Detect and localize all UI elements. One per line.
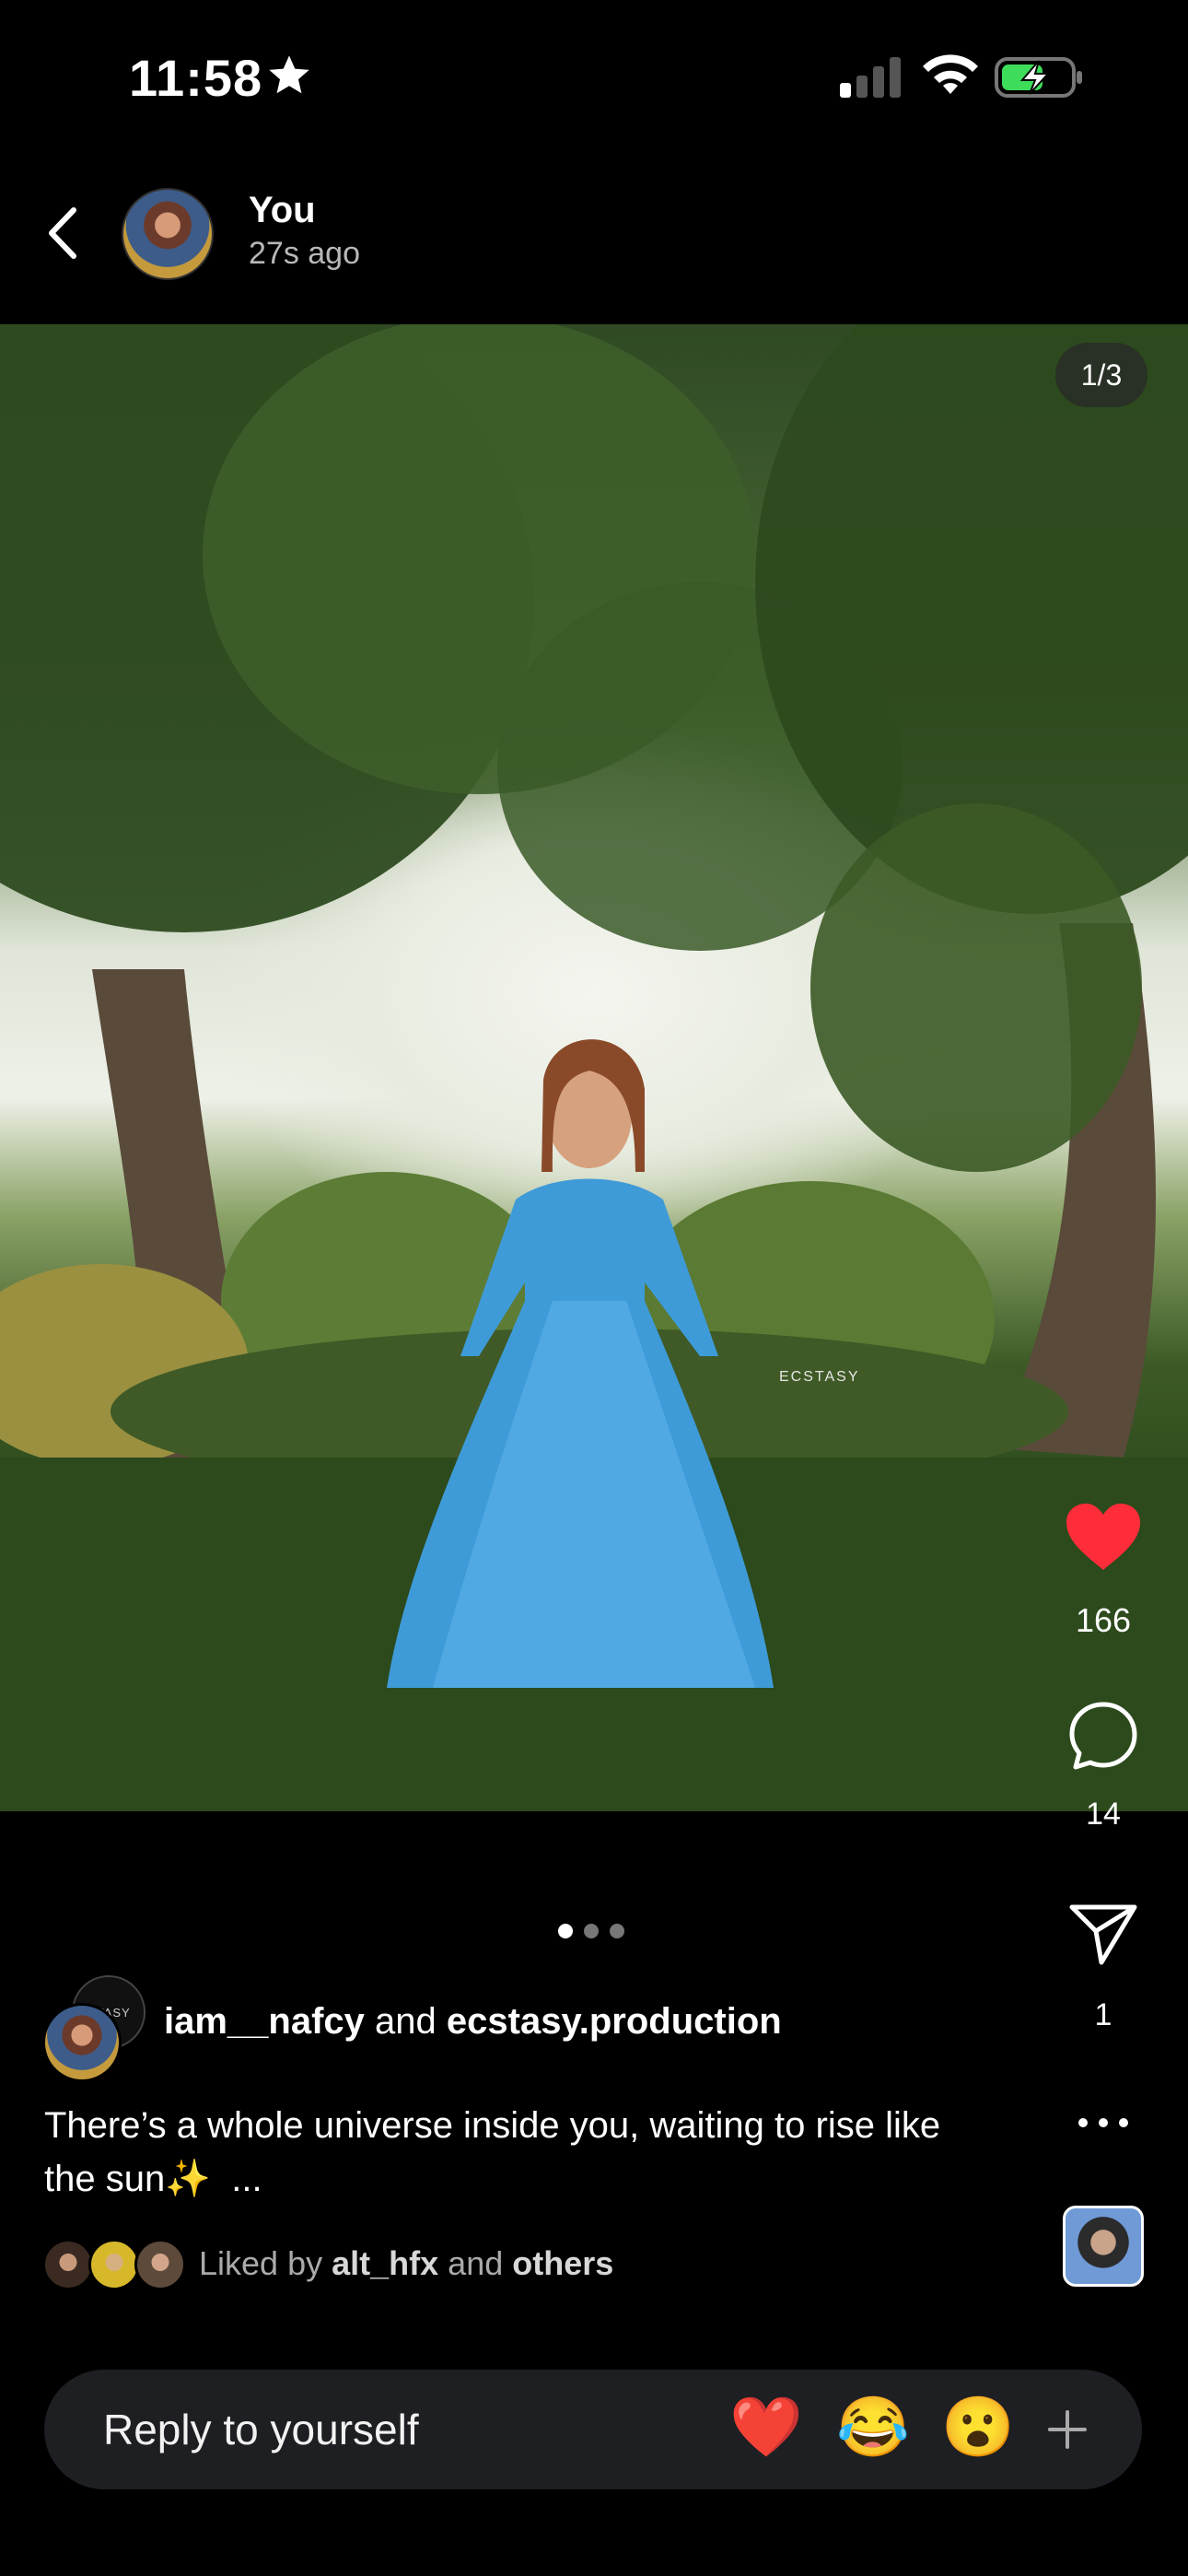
- authors-connector: and: [375, 2001, 437, 2042]
- likes-count[interactable]: 166: [1041, 1601, 1166, 1640]
- reaction-heart-emoji[interactable]: ❤️: [729, 2390, 803, 2464]
- liked-by-others[interactable]: others: [512, 2244, 613, 2282]
- cellular-signal-icon: [840, 57, 901, 98]
- reaction-wow-emoji[interactable]: 😮: [941, 2390, 1015, 2464]
- carousel-indicator: [558, 1924, 624, 1938]
- back-chevron-icon[interactable]: [42, 203, 83, 263]
- share-paper-plane-icon[interactable]: [1068, 1902, 1138, 1966]
- caption-text: There’s a whole universe inside you, wai…: [44, 2105, 941, 2199]
- author-avatar[interactable]: [42, 2003, 122, 2082]
- carousel-dot-1: [558, 1924, 573, 1938]
- liked-by-prefix: Liked by: [199, 2244, 323, 2282]
- story-owner-name[interactable]: You: [249, 190, 316, 231]
- profile-avatar[interactable]: [122, 188, 214, 280]
- audio-thumbnail[interactable]: [1063, 2206, 1144, 2287]
- status-time: 11:58: [129, 49, 263, 107]
- image-counter-badge: 1/3: [1055, 343, 1147, 407]
- liker-avatar-3: [134, 2239, 186, 2290]
- location-star-icon: [269, 55, 309, 94]
- liker-avatar-1: [42, 2239, 94, 2290]
- post-caption[interactable]: There’s a whole universe inside you, wai…: [44, 2099, 965, 2206]
- comments-count[interactable]: 14: [1041, 1797, 1166, 1832]
- carousel-dot-2: [584, 1924, 599, 1938]
- add-reaction-plus-icon[interactable]: [1046, 2408, 1089, 2451]
- photo-scene: [0, 324, 1188, 1811]
- photo-watermark: ECSTASY: [779, 1369, 860, 1385]
- post-photo[interactable]: ECSTASY: [0, 324, 1188, 1811]
- author-username[interactable]: iam__nafcy: [164, 2001, 365, 2042]
- like-heart-icon[interactable]: [1065, 1502, 1142, 1572]
- post-authors: iam__nafcy and ecstasy.production: [164, 2001, 782, 2043]
- story-timestamp: 27s ago: [249, 236, 360, 271]
- battery-charging-icon: [995, 57, 1082, 98]
- liked-by-connector: and: [448, 2244, 504, 2282]
- liked-by-summary[interactable]: Liked by alt_hfx and others: [199, 2244, 613, 2283]
- more-options-icon[interactable]: [1076, 2113, 1131, 2132]
- shares-count[interactable]: 1: [1041, 1997, 1166, 2033]
- wifi-icon: [923, 54, 978, 94]
- liker-avatar-2: [88, 2239, 140, 2290]
- caption-more[interactable]: ...: [231, 2159, 262, 2199]
- reply-input[interactable]: Reply to yourself: [103, 2405, 419, 2454]
- reaction-laugh-emoji[interactable]: 😂: [836, 2390, 910, 2464]
- liked-by-user[interactable]: alt_hfx: [332, 2244, 438, 2282]
- collaborator-username[interactable]: ecstasy.production: [447, 2001, 782, 2042]
- comment-bubble-icon[interactable]: [1068, 1701, 1138, 1771]
- carousel-dot-3: [610, 1924, 624, 1938]
